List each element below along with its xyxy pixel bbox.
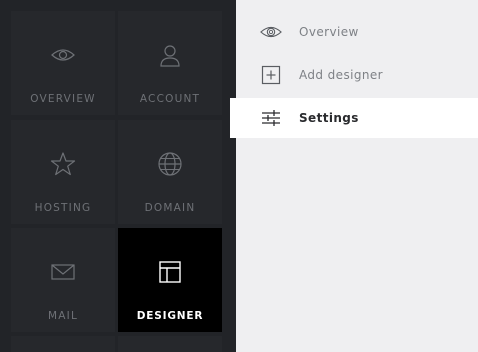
submenu-item-overview[interactable]: Overview — [236, 12, 478, 52]
submenu-panel: Overview Add designer Settings — [230, 0, 478, 352]
eye-icon — [260, 21, 282, 43]
submenu-item-settings-label: Settings — [299, 111, 359, 125]
tile-mail[interactable]: MAIL — [11, 228, 115, 332]
tile-designer-label: DESIGNER — [136, 310, 204, 322]
main-nav-grid: OVERVIEW ACCOUNT HOSTING DOMAIN MAIL DES… — [0, 0, 236, 352]
eye-icon — [49, 41, 77, 69]
tile-overview-label: OVERVIEW — [30, 93, 96, 105]
tile-designer[interactable]: DESIGNER — [118, 228, 222, 332]
tile-overview[interactable]: OVERVIEW — [11, 11, 115, 115]
globe-icon — [156, 150, 184, 178]
envelope-icon — [49, 258, 77, 286]
star-icon — [49, 150, 77, 178]
tile-partial-bottom-left — [11, 336, 115, 352]
submenu-item-add-designer-label: Add designer — [299, 68, 383, 82]
tile-partial-bottom-right — [118, 336, 222, 352]
tile-hosting-label: HOSTING — [34, 202, 92, 214]
user-icon — [156, 41, 184, 69]
tile-hosting[interactable]: HOSTING — [11, 120, 115, 224]
submenu-item-overview-label: Overview — [299, 25, 359, 39]
submenu-item-add-designer[interactable]: Add designer — [236, 55, 478, 95]
tile-account[interactable]: ACCOUNT — [118, 11, 222, 115]
tile-account-label: ACCOUNT — [139, 93, 201, 105]
layout-icon — [156, 258, 184, 286]
plus-square-icon — [260, 64, 282, 86]
tile-mail-label: MAIL — [48, 310, 78, 322]
submenu-item-settings[interactable]: Settings — [230, 98, 478, 138]
sliders-icon — [260, 107, 282, 129]
tile-domain[interactable]: DOMAIN — [118, 120, 222, 224]
tile-domain-label: DOMAIN — [144, 202, 196, 214]
